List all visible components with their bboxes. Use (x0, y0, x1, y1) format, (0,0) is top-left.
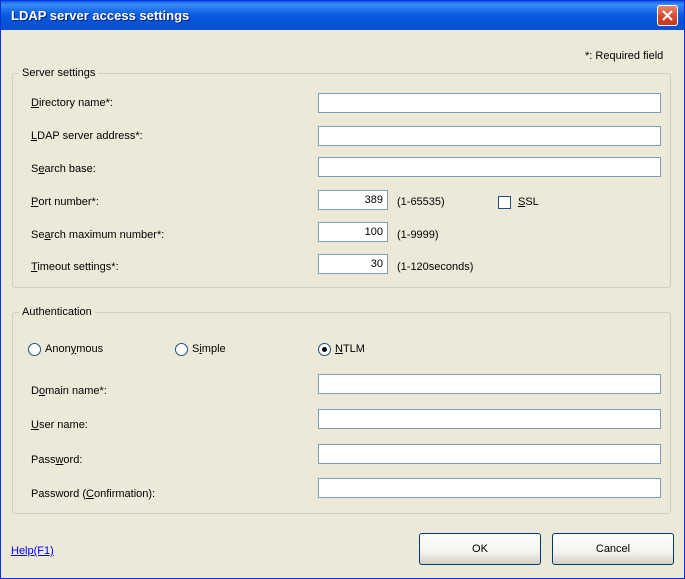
help-link[interactable]: Help(F1) (11, 545, 54, 557)
ntlm-radio[interactable] (318, 343, 331, 356)
timeout-settings-label: Timeout settings*: (31, 261, 119, 273)
directory-name-label: Directory name*: (31, 97, 113, 109)
search-base-input[interactable] (318, 157, 661, 177)
close-button[interactable] (657, 5, 678, 26)
search-base-label: Search base: (31, 163, 96, 175)
dialog-title: LDAP server access settings (11, 8, 190, 23)
user-name-label: User name: (31, 419, 88, 431)
title-bar[interactable]: LDAP server access settings (1, 1, 684, 30)
close-icon (662, 10, 673, 21)
ssl-label[interactable]: SSL (518, 196, 539, 208)
timeout-settings-input[interactable] (318, 254, 388, 274)
authentication-legend: Authentication (22, 306, 92, 318)
domain-name-input[interactable] (318, 374, 661, 394)
port-number-range: (1-65535) (397, 196, 445, 208)
ok-button[interactable]: OK (419, 533, 541, 565)
password-label: Password: (31, 454, 83, 466)
search-max-number-label: Search maximum number*: (31, 229, 165, 241)
search-max-number-range: (1-9999) (397, 229, 439, 241)
search-max-number-input[interactable] (318, 222, 388, 242)
server-settings-legend: Server settings (22, 67, 96, 79)
ssl-checkbox[interactable] (498, 196, 511, 209)
cancel-button[interactable]: Cancel (552, 533, 674, 565)
port-number-label: Port number*: (31, 196, 99, 208)
directory-name-input[interactable] (318, 93, 661, 113)
user-name-input[interactable] (318, 409, 661, 429)
password-confirmation-input[interactable] (318, 478, 661, 498)
ldap-server-address-input[interactable] (318, 126, 661, 146)
required-field-note: *: Required field (585, 50, 664, 62)
simple-radio-label[interactable]: Simple (192, 343, 226, 355)
port-number-input[interactable] (318, 190, 388, 210)
password-input[interactable] (318, 444, 661, 464)
simple-radio[interactable] (175, 343, 188, 356)
anonymous-radio[interactable] (28, 343, 41, 356)
radio-selected-dot (322, 347, 327, 352)
password-confirmation-label: Password (Confirmation): (31, 488, 156, 500)
ldap-dialog-window: LDAP server access settings *: Required … (0, 0, 685, 579)
anonymous-radio-label[interactable]: Anonymous (45, 343, 103, 355)
timeout-settings-range: (1-120seconds) (397, 261, 474, 273)
domain-name-label: Domain name*: (31, 385, 107, 397)
ldap-server-address-label: LDAP server address*: (31, 130, 143, 142)
ntlm-radio-label[interactable]: NTLM (335, 343, 365, 355)
